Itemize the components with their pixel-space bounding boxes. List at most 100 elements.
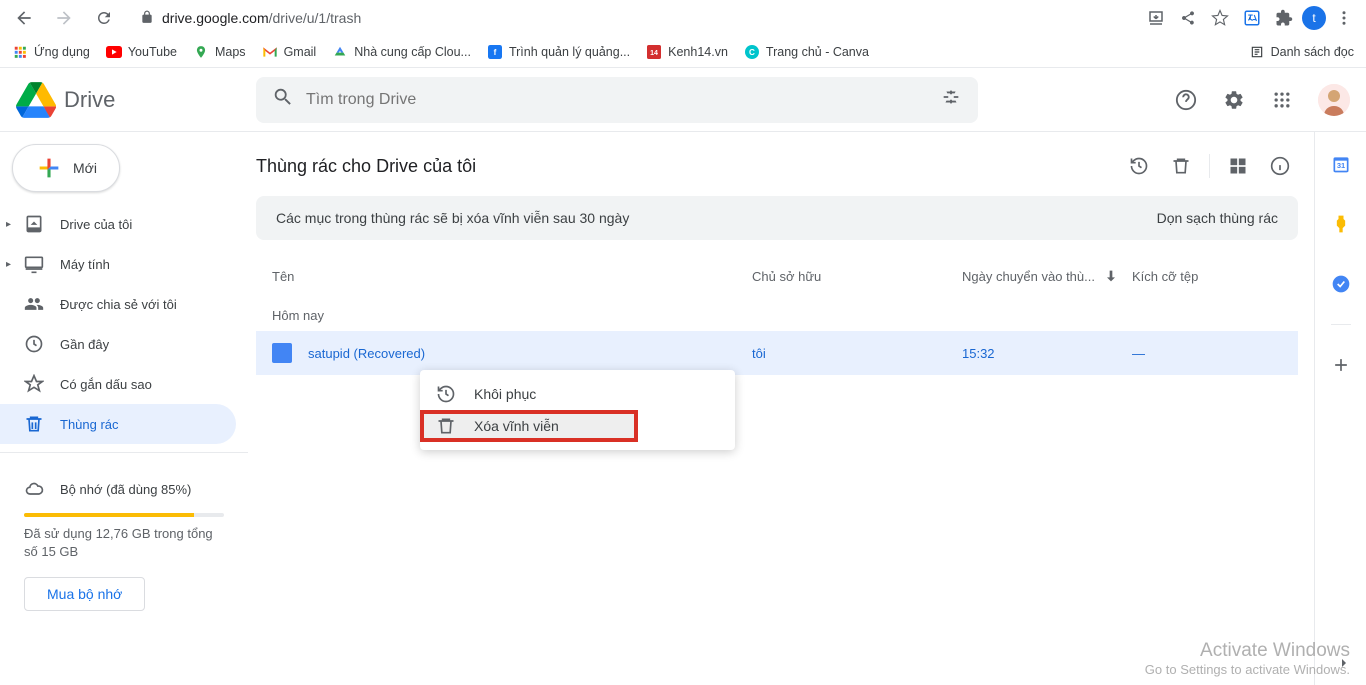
canva-icon: C <box>744 44 760 60</box>
content-header: Thùng rác cho Drive của tôi <box>256 148 1298 184</box>
nav-list: ▸ Drive của tôi ▸ Máy tính Được chia sẻ vớ… <box>0 204 248 444</box>
bookmark-ads[interactable]: f Trình quản lý quảng... <box>487 44 630 60</box>
menu-delete-forever[interactable]: Xóa vĩnh viễn <box>420 410 638 442</box>
arrow-down-icon <box>1103 268 1119 284</box>
extensions-icon[interactable] <box>1270 4 1298 32</box>
menu-restore[interactable]: Khôi phục <box>420 378 735 410</box>
translate-icon[interactable] <box>1238 4 1266 32</box>
new-button[interactable]: Mới <box>12 144 120 192</box>
side-divider <box>1331 324 1351 325</box>
nav-starred[interactable]: Có gắn dấu sao <box>0 364 236 404</box>
svg-text:C: C <box>749 47 755 56</box>
bookmark-apps[interactable]: Ứng dụng <box>12 44 90 60</box>
chrome-menu-icon[interactable] <box>1330 4 1358 32</box>
nav-my-drive[interactable]: ▸ Drive của tôi <box>0 204 236 244</box>
calendar-icon[interactable]: 31 <box>1321 144 1361 184</box>
bookmark-cloud[interactable]: Nhà cung cấp Clou... <box>332 44 471 60</box>
banner-text: Các mục trong thùng rác sẽ bị xóa vĩnh v… <box>276 210 629 226</box>
drive-logo-text: Drive <box>64 87 115 113</box>
empty-trash-button[interactable]: Dọn sạch thùng rác <box>1157 210 1278 226</box>
restore-icon[interactable] <box>1121 148 1157 184</box>
drive-logo[interactable]: Drive <box>16 80 248 120</box>
help-button[interactable] <box>1166 80 1206 120</box>
bookmark-gmail[interactable]: Gmail <box>262 44 317 60</box>
col-date-header[interactable]: Ngày chuyển vào thù... <box>962 268 1132 284</box>
trash-icon <box>436 416 456 436</box>
drive-folder-icon <box>24 214 44 234</box>
nav-label: Thùng rác <box>60 417 119 432</box>
url-bar[interactable]: drive.google.com/drive/u/1/trash <box>128 4 1134 32</box>
trash-banner: Các mục trong thùng rác sẽ bị xóa vĩnh v… <box>256 196 1298 240</box>
info-icon[interactable] <box>1262 148 1298 184</box>
back-button[interactable] <box>8 2 40 34</box>
file-row[interactable]: satupid (Recovered) tôi 15:32 — <box>256 331 1298 375</box>
nav-computers[interactable]: ▸ Máy tính <box>0 244 236 284</box>
apps-button[interactable] <box>1262 80 1302 120</box>
col-owner-header[interactable]: Chủ sở hữu <box>752 269 962 284</box>
nav-label: Có gắn dấu sao <box>60 377 152 392</box>
forward-button[interactable] <box>48 2 80 34</box>
star-icon[interactable] <box>1206 4 1234 32</box>
svg-text:31: 31 <box>1336 161 1344 170</box>
user-avatar[interactable] <box>1318 84 1350 116</box>
file-date: 15:32 <box>962 346 1132 361</box>
bookmark-kenh14[interactable]: 14Kenh14.vn <box>646 44 728 60</box>
chrome-profile-avatar[interactable]: t <box>1302 6 1326 30</box>
grid-view-icon[interactable] <box>1220 148 1256 184</box>
bookmark-label: YouTube <box>128 45 177 59</box>
drive-header: Drive <box>0 68 1366 132</box>
trash-icon <box>24 414 44 434</box>
nav-recent[interactable]: Gần đây <box>0 324 236 364</box>
bookmark-label: Ứng dụng <box>34 45 90 59</box>
context-menu: Khôi phục Xóa vĩnh viễn <box>420 370 735 450</box>
storage-section: Bộ nhớ (đã dùng 85%) Đã sử dụng 12,76 GB… <box>0 461 248 619</box>
nav-shared[interactable]: Được chia sẻ với tôi <box>0 284 236 324</box>
col-size-header[interactable]: Kích cỡ tệp <box>1132 269 1282 284</box>
side-panel: 31 <box>1314 132 1366 685</box>
tasks-icon[interactable] <box>1321 264 1361 304</box>
nav-label: Được chia sẻ với tôi <box>60 297 177 312</box>
menu-label: Xóa vĩnh viễn <box>474 418 559 434</box>
nav-label: Drive của tôi <box>60 217 132 232</box>
nav-divider <box>0 452 248 453</box>
new-button-label: Mới <box>73 160 97 176</box>
delete-icon[interactable] <box>1163 148 1199 184</box>
storage-item[interactable]: Bộ nhớ (đã dùng 85%) <box>24 469 224 509</box>
search-input[interactable] <box>306 91 928 109</box>
bookmark-reading-list[interactable]: Danh sách đọc <box>1249 44 1354 60</box>
add-addon-icon[interactable] <box>1321 345 1361 385</box>
install-icon[interactable] <box>1142 4 1170 32</box>
expand-icon: ▸ <box>6 219 11 230</box>
activate-title: Activate Windows <box>1145 640 1350 662</box>
nav-trash[interactable]: Thùng rác <box>0 404 236 444</box>
nav-label: Máy tính <box>60 257 110 272</box>
maps-icon <box>193 44 209 60</box>
share-icon[interactable] <box>1174 4 1202 32</box>
svg-text:f: f <box>494 47 497 56</box>
settings-button[interactable] <box>1214 80 1254 120</box>
search-box[interactable] <box>256 77 978 123</box>
bookmark-canva[interactable]: CTrang chủ - Canva <box>744 44 869 60</box>
reload-button[interactable] <box>88 2 120 34</box>
file-size: — <box>1132 346 1145 361</box>
restore-icon <box>436 384 456 404</box>
svg-text:14: 14 <box>650 49 658 56</box>
youtube-icon <box>106 44 122 60</box>
expand-icon: ▸ <box>6 259 11 270</box>
buy-storage-button[interactable]: Mua bộ nhớ <box>24 577 145 611</box>
header-actions <box>1166 80 1350 120</box>
bookmarks-bar: Ứng dụng YouTube Maps Gmail Nhà cung cấp… <box>0 36 1366 68</box>
filter-icon[interactable] <box>940 86 962 113</box>
side-collapse-button[interactable] <box>1330 649 1358 677</box>
content-area: Thùng rác cho Drive của tôi Các mục tron… <box>248 132 1314 685</box>
col-name-header[interactable]: Tên <box>272 269 752 284</box>
bookmark-label: Trình quản lý quảng... <box>509 45 630 59</box>
bookmark-youtube[interactable]: YouTube <box>106 44 177 60</box>
bookmark-maps[interactable]: Maps <box>193 44 246 60</box>
shared-icon <box>24 294 44 314</box>
plus-icon <box>35 154 63 182</box>
bookmark-label: Maps <box>215 45 246 59</box>
nav-label: Gần đây <box>60 337 109 352</box>
star-icon <box>24 374 44 394</box>
keep-icon[interactable] <box>1321 204 1361 244</box>
